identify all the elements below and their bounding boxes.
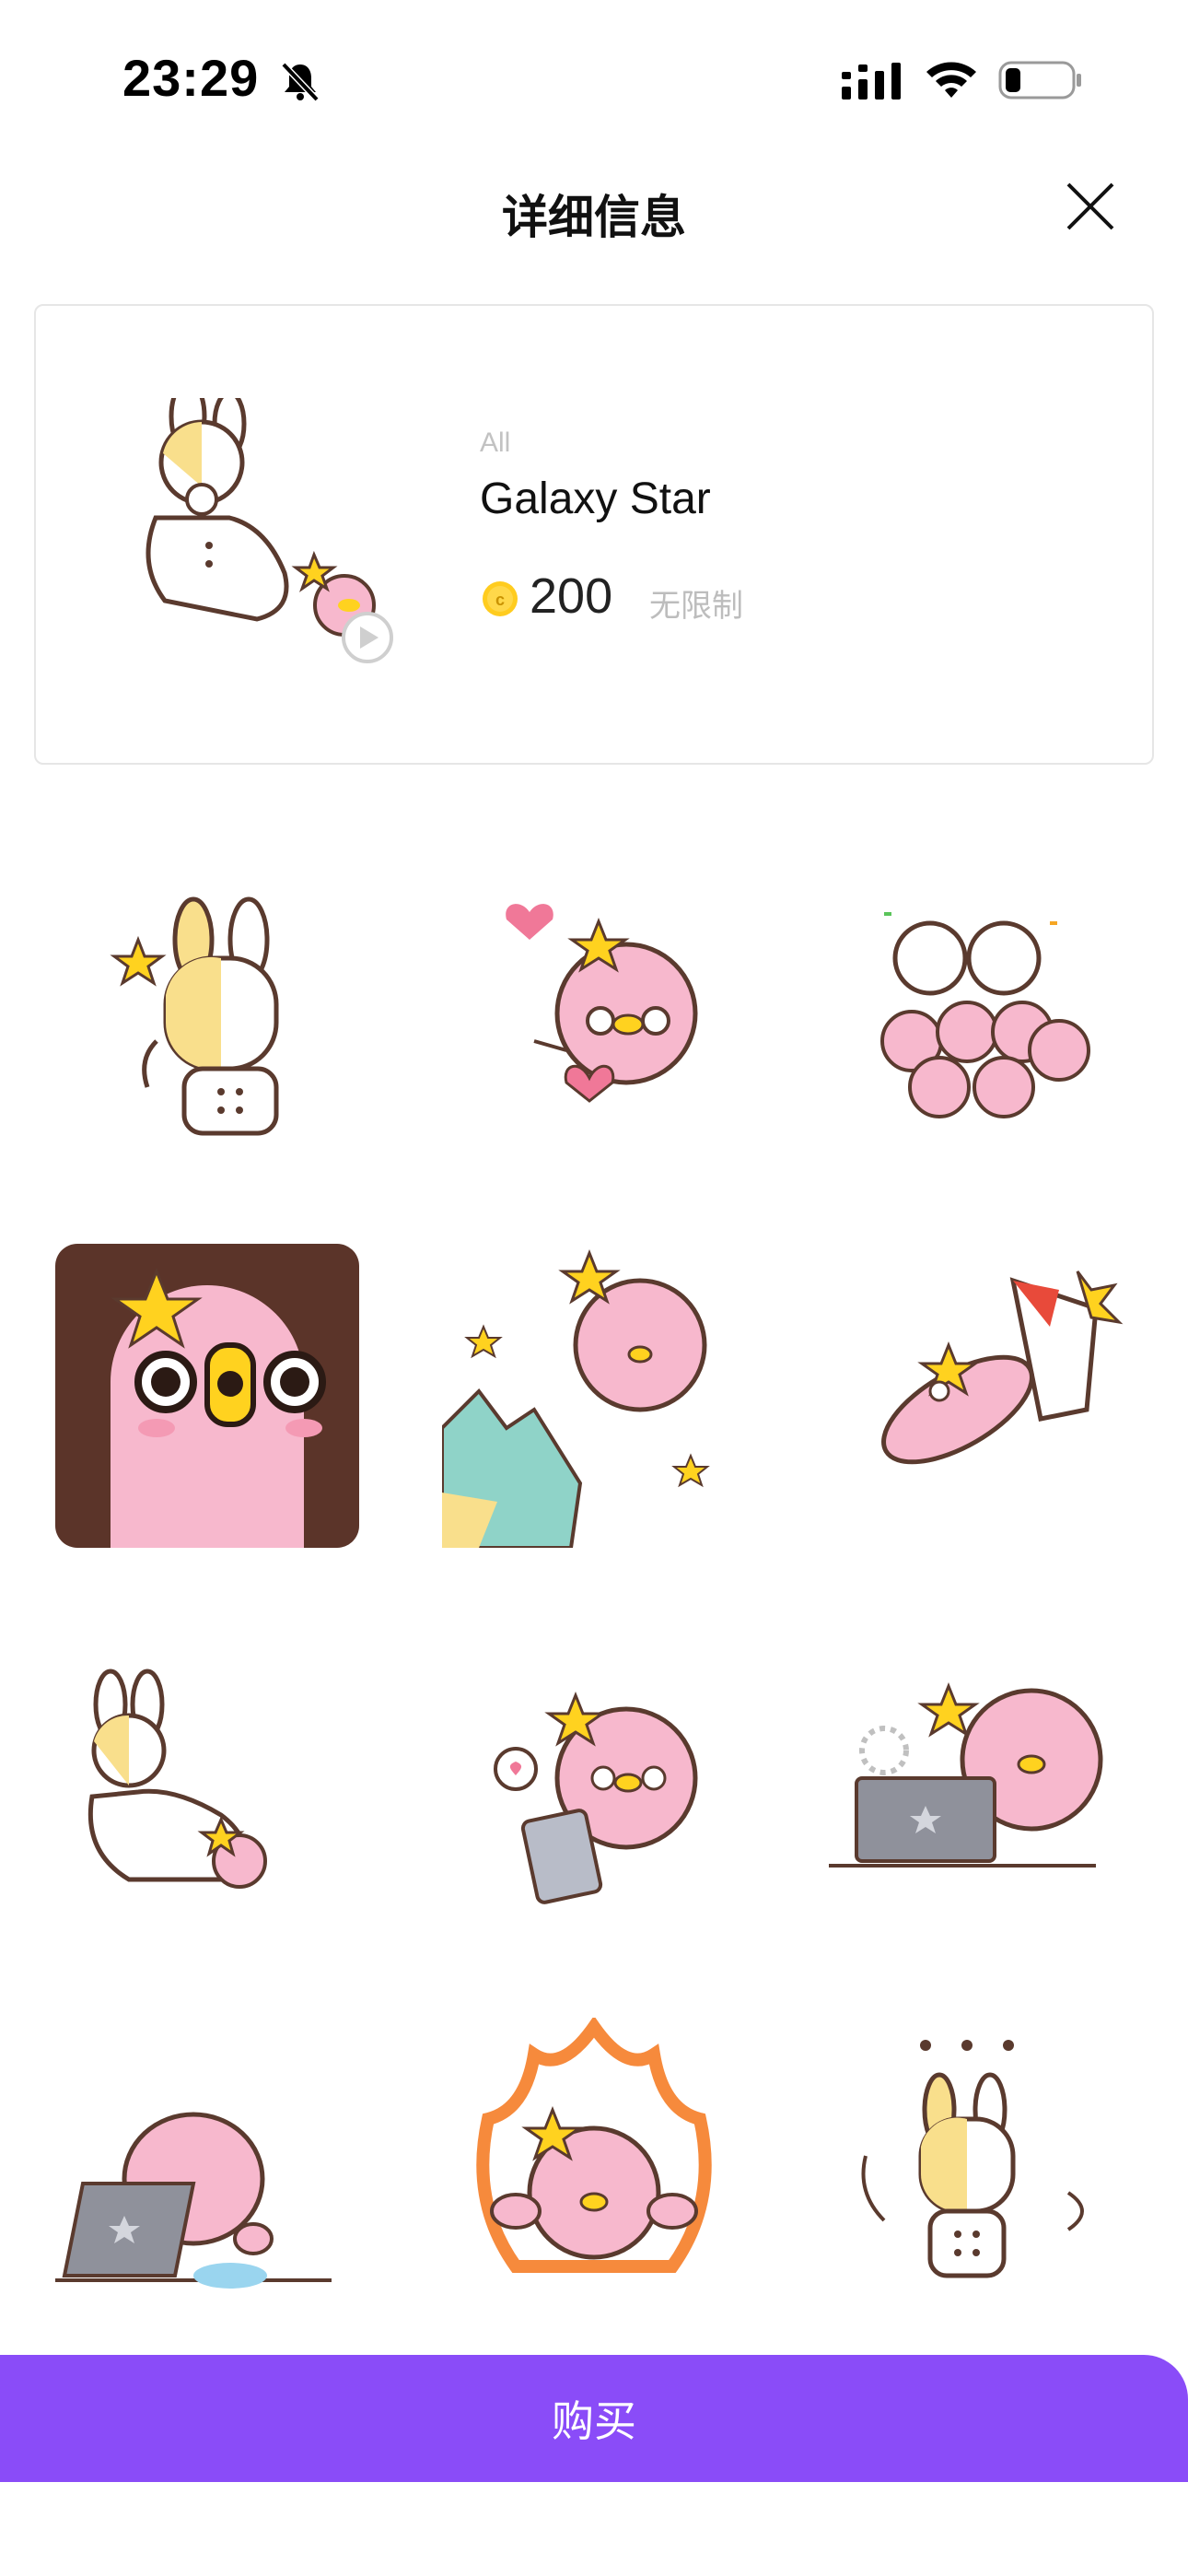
product-name: Galaxy Star xyxy=(480,474,711,523)
sticker-item[interactable] xyxy=(55,1631,359,1935)
sticker-item[interactable] xyxy=(55,857,359,1161)
rabbit-dots-sticker-icon xyxy=(861,2040,1084,2278)
wifi-icon xyxy=(926,62,976,98)
svg-text:c: c xyxy=(495,591,505,609)
sticker-item[interactable] xyxy=(442,1244,746,1548)
close-icon[interactable] xyxy=(1065,181,1116,232)
octopus-heart-sticker-icon xyxy=(506,904,698,1103)
status-bar: 23:29 xyxy=(0,0,1188,147)
rabbit-sleeping-sticker-icon xyxy=(87,1669,267,1889)
product-validity: 无限制 xyxy=(649,589,743,624)
page-title: 详细信息 xyxy=(502,192,686,243)
bell-muted-icon xyxy=(281,62,320,102)
rabbit-octopus-preview-icon[interactable] xyxy=(100,398,432,674)
rabbit-cheer-crowd-sticker-icon xyxy=(880,912,1090,1118)
octopus-closeup-sticker-icon xyxy=(55,1244,359,1548)
rabbit-salute-sticker-icon xyxy=(110,896,279,1136)
sticker-item[interactable] xyxy=(442,1631,746,1935)
battery-icon xyxy=(998,61,1081,100)
sticker-item[interactable] xyxy=(829,857,1133,1161)
product-category: All xyxy=(480,427,511,458)
product-price: 200 xyxy=(530,568,613,624)
status-time: 23:29 xyxy=(122,49,260,107)
octopus-laptop-sticker-icon xyxy=(829,1681,1103,1868)
octopus-phone-sticker-icon xyxy=(494,1691,698,1904)
sticker-item[interactable] xyxy=(55,2018,359,2322)
sticker-item[interactable] xyxy=(442,2018,746,2322)
octopus-earth-hatch-sticker-icon xyxy=(442,1248,710,1548)
sticker-item[interactable] xyxy=(55,1244,359,1548)
octopus-fire-sticker-icon xyxy=(476,2018,712,2273)
buy-button[interactable]: 购买 xyxy=(0,2355,1188,2482)
cellular-signal-icon xyxy=(842,63,901,100)
sticker-item[interactable] xyxy=(442,857,746,1161)
sticker-detail-screen: 23:29 详细信息 All Galaxy Star c 200 无限制 购买 xyxy=(0,0,1188,2576)
sticker-item[interactable] xyxy=(829,2018,1133,2322)
sticker-item[interactable] xyxy=(829,1631,1133,1935)
octopus-rocket-sticker-icon xyxy=(881,1270,1124,1465)
coin-icon: c xyxy=(483,581,518,616)
sticker-item[interactable] xyxy=(829,1244,1133,1548)
octopus-laptop-sleep-sticker-icon xyxy=(55,2112,332,2289)
product-card: All Galaxy Star c 200 无限制 xyxy=(34,304,1154,765)
